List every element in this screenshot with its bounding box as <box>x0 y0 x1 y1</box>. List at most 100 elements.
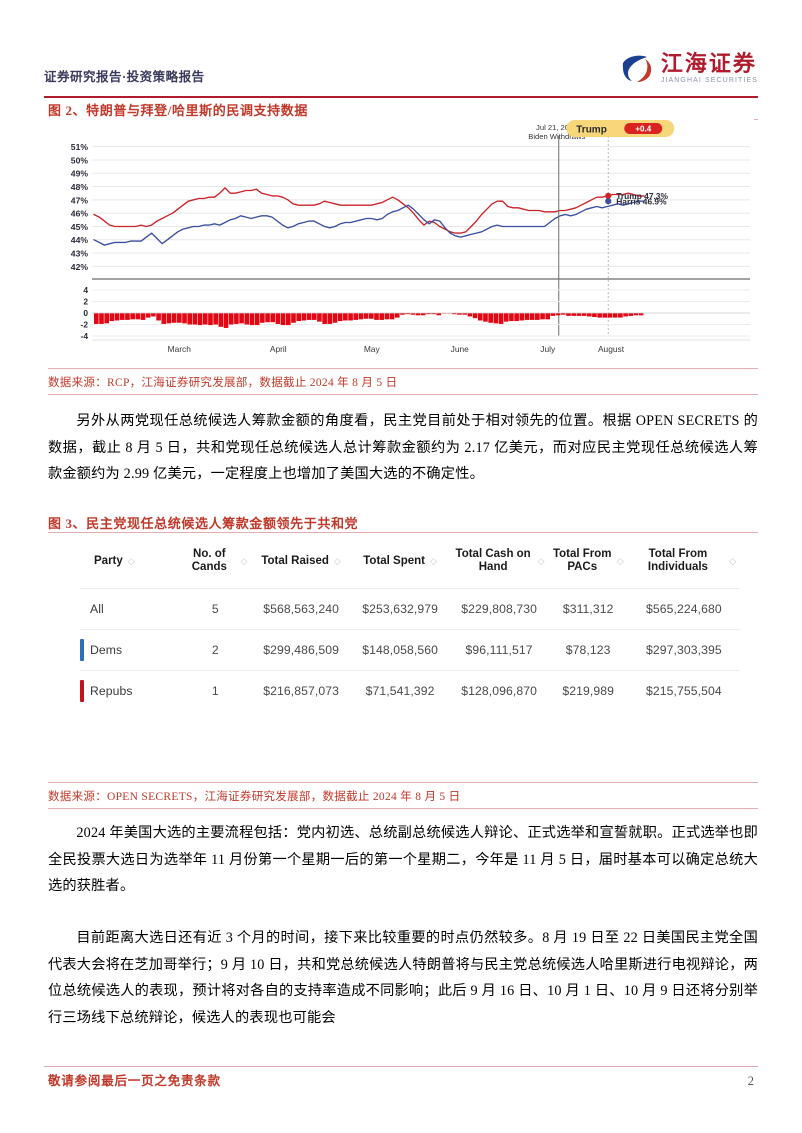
column-label: Total Cash on Hand <box>455 548 531 573</box>
sort-icon[interactable]: ◇ <box>430 556 437 566</box>
x-axis-tick-label: April <box>270 344 287 354</box>
spread-bar <box>374 313 379 320</box>
spread-bar <box>363 313 369 319</box>
spread-bar <box>135 313 141 320</box>
y-axis-tick-label: 44% <box>71 235 89 245</box>
spread-bar <box>244 313 250 325</box>
spread-bar <box>524 313 530 320</box>
spread-bar <box>628 313 634 316</box>
cell-total-spent: $253,632,979 <box>350 588 450 630</box>
spread-bar <box>171 313 177 323</box>
spread-bar <box>529 313 535 320</box>
column-header-no-of-cands[interactable]: No. of Cands ◇ <box>179 540 252 589</box>
column-header-total-from-pacs[interactable]: Total From PACs ◇ <box>549 540 628 589</box>
column-header-party[interactable]: Party ◇ <box>80 540 179 589</box>
spread-bar <box>109 313 115 322</box>
figure2-source-rule-top <box>48 368 758 369</box>
spread-bar <box>358 313 364 320</box>
column-label: Total From Individuals <box>647 548 708 573</box>
spread-bar <box>104 313 110 324</box>
spread-bar <box>618 313 623 318</box>
table-row[interactable]: Repubs 1 $216,857,073 $71,541,392 $128,096,8… <box>80 670 740 711</box>
spread-bar <box>296 313 301 322</box>
figure2-source: 数据来源：RCP，江海证券研究发展部，数据截止 2024 年 8 月 5 日 <box>48 377 398 389</box>
logo-mark-icon <box>621 54 655 84</box>
column-label: No. of Cands <box>191 548 227 573</box>
paragraph-funding: 另外从两党现任总统候选人筹款金额的角度看，民主党目前处于相对领先的位置。根据 O… <box>48 413 758 482</box>
sort-icon[interactable]: ◇ <box>617 556 624 566</box>
spread-bar <box>571 313 576 316</box>
spread-bar <box>477 313 483 321</box>
spread-bar <box>197 313 203 326</box>
column-header-total-spent[interactable]: Total Spent ◇ <box>351 540 450 589</box>
spread-bar <box>623 313 628 317</box>
y-axis-tick-label: 47% <box>71 195 89 205</box>
table-header-row: Party ◇ No. of Cands ◇ Total Raised ◇ To… <box>80 540 740 589</box>
spread-bar <box>161 313 167 324</box>
poll-support-chart: 51% 50% 49% 48% 47% 46% 45% 44% 43% 42% Jul 21, 20… <box>48 118 754 368</box>
spread-bar <box>503 313 509 322</box>
spread-bar <box>317 313 322 322</box>
cell-total-cash-on-hand: $128,096,870 <box>449 670 549 711</box>
spread-bar <box>369 313 374 319</box>
logo-text-cn: 江海证券 <box>660 51 757 76</box>
column-header-total-cash-on-hand[interactable]: Total Cash on Hand ◇ <box>450 540 549 589</box>
figure3-caption: 图 3、民主党现任总统候选人筹款金额领先于共和党 <box>48 516 359 531</box>
spread-bar <box>509 313 514 322</box>
cell-total-from-pacs: $311,312 <box>548 588 628 630</box>
spread-y-tick-label: -2 <box>81 320 89 330</box>
spread-bar <box>566 313 571 316</box>
sort-icon[interactable]: ◇ <box>334 556 341 566</box>
spread-bar <box>576 313 582 316</box>
spread-bar <box>145 313 151 318</box>
y-axis-tick-label: 48% <box>71 182 89 192</box>
spread-bar <box>322 313 327 324</box>
trump-endpoint-dot <box>605 192 612 199</box>
table-row[interactable]: Dems 2 $299,486,509 $148,058,560 $96,111,517… <box>80 629 740 671</box>
y-axis-tick-label: 50% <box>71 155 89 165</box>
y-axis-tick-label: 51% <box>71 142 89 152</box>
cell-party: All <box>80 588 179 630</box>
column-header-total-raised[interactable]: Total Raised ◇ <box>252 540 351 589</box>
spread-bar <box>239 313 244 324</box>
y-axis-tick-label: 43% <box>71 248 89 258</box>
spread-bar <box>270 313 276 323</box>
sort-icon[interactable]: ◇ <box>729 556 736 566</box>
spread-bar <box>182 313 187 324</box>
cell-total-spent: $148,058,560 <box>350 629 450 671</box>
cell-total-from-pacs: $78,123 <box>548 629 628 671</box>
sort-icon[interactable]: ◇ <box>538 556 545 566</box>
spread-bar <box>550 313 556 316</box>
spread-y-tick-label: 2 <box>83 297 88 307</box>
spread-bar <box>332 313 338 323</box>
harris-endpoint-dot <box>605 198 612 205</box>
spread-bar <box>327 313 333 324</box>
cell-no-of-cands: 1 <box>179 670 252 711</box>
company-logo: 江海证券 JIANGHAI SECURITIES <box>621 52 758 84</box>
cell-total-raised: $568,563,240 <box>251 588 351 630</box>
table-row[interactable]: All 5 $568,563,240 $253,632,979 $229,808,730… <box>80 588 740 630</box>
cell-total-from-individuals: $297,303,395 <box>627 629 740 671</box>
spread-bar <box>337 313 343 322</box>
spread-bar <box>218 313 224 327</box>
spread-bar <box>394 313 400 318</box>
cell-no-of-cands: 5 <box>179 588 252 630</box>
spread-bar <box>187 313 193 325</box>
sort-icon[interactable]: ◇ <box>241 556 248 566</box>
x-axis-tick-label: May <box>364 344 381 354</box>
logo-text-en: JIANGHAI SECURITIES <box>660 77 758 85</box>
figure2-source-rule-bottom <box>48 394 758 395</box>
cell-total-spent: $71,541,392 <box>350 670 450 711</box>
table-header: Party ◇ No. of Cands ◇ Total Raised ◇ To… <box>80 540 740 589</box>
table-body: All 5 $568,563,240 $253,632,979 $229,808,730… <box>80 588 740 711</box>
spread-bar <box>130 313 135 320</box>
spread-bar <box>208 313 213 326</box>
spread-bar <box>597 313 602 318</box>
cell-no-of-cands: 2 <box>179 629 252 671</box>
spread-bar <box>291 313 296 323</box>
x-axis-tick-label: August <box>598 344 625 354</box>
leader-badge-value: +0.4 <box>635 125 651 134</box>
column-header-total-from-individuals[interactable]: Total From Individuals ◇ <box>628 540 740 589</box>
sort-icon[interactable]: ◇ <box>128 556 135 566</box>
y-axis-tick-label: 49% <box>71 169 89 179</box>
